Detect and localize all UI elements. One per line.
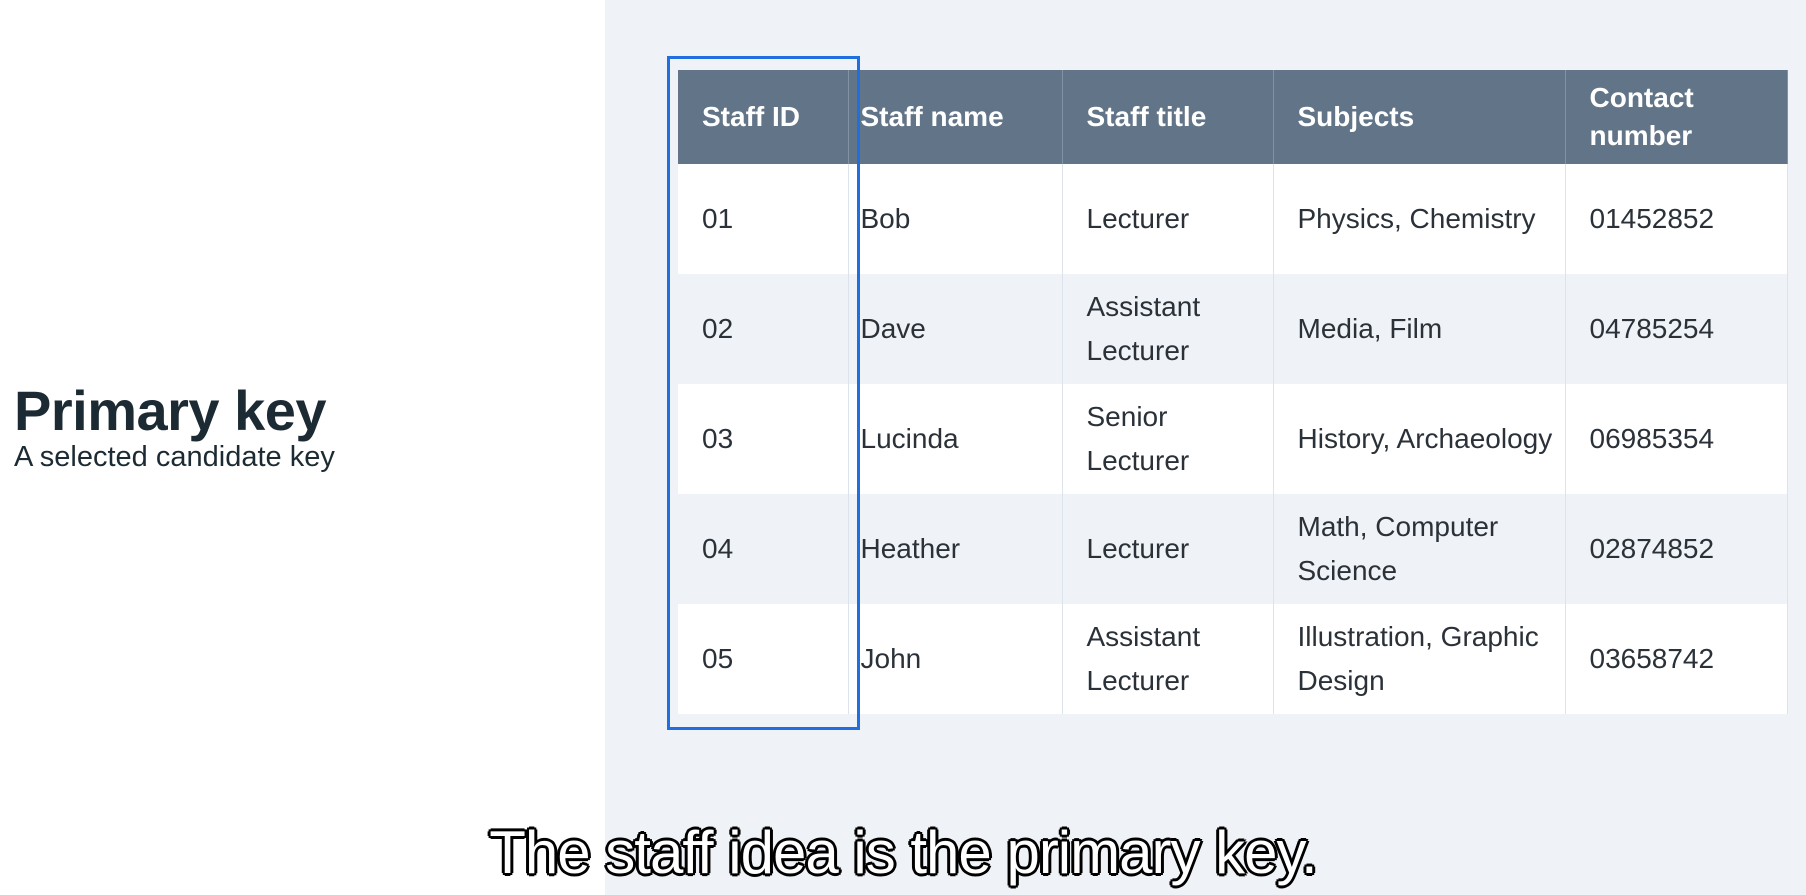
- cell-staff-name: Heather: [848, 494, 1063, 604]
- left-panel: Primary key A selected candidate key: [0, 0, 605, 895]
- table-header-row: Staff ID Staff name Staff title Subjects…: [678, 70, 1788, 164]
- cell-contact-number: 01452852: [1565, 164, 1788, 274]
- cell-subjects: Illustration, Graphic Design: [1273, 604, 1566, 714]
- cell-contact-number: 04785254: [1565, 274, 1788, 384]
- cell-staff-name: John: [848, 604, 1063, 714]
- cell-contact-number: 03658742: [1565, 604, 1788, 714]
- cell-staff-title: Lecturer: [1062, 164, 1274, 274]
- header-staff-name: Staff name: [848, 70, 1063, 164]
- cell-staff-title: Lecturer: [1062, 494, 1274, 604]
- cell-staff-title: Assistant Lecturer: [1062, 604, 1274, 714]
- table-row: 02 Dave Assistant Lecturer Media, Film 0…: [678, 274, 1788, 384]
- cell-subjects: Physics, Chemistry: [1273, 164, 1566, 274]
- cell-staff-id: 01: [678, 164, 849, 274]
- header-staff-title: Staff title: [1062, 70, 1274, 164]
- slide-title: Primary key: [14, 379, 327, 442]
- cell-contact-number: 02874852: [1565, 494, 1788, 604]
- cell-staff-id: 05: [678, 604, 849, 714]
- table-row: 04 Heather Lecturer Math, Computer Scien…: [678, 494, 1788, 604]
- staff-table: Staff ID Staff name Staff title Subjects…: [678, 70, 1788, 714]
- cell-subjects: Media, Film: [1273, 274, 1566, 384]
- video-caption: The staff idea is the primary key.: [489, 819, 1317, 886]
- cell-staff-name: Bob: [848, 164, 1063, 274]
- table-row: 03 Lucinda Senior Lecturer History, Arch…: [678, 384, 1788, 494]
- cell-contact-number: 06985354: [1565, 384, 1788, 494]
- cell-staff-id: 03: [678, 384, 849, 494]
- cell-staff-id: 04: [678, 494, 849, 604]
- table-row: 01 Bob Lecturer Physics, Chemistry 01452…: [678, 164, 1788, 274]
- header-subjects: Subjects: [1273, 70, 1566, 164]
- cell-staff-id: 02: [678, 274, 849, 384]
- cell-subjects: History, Archaeology: [1273, 384, 1566, 494]
- slide-subtitle: A selected candidate key: [14, 441, 335, 473]
- header-contact-number: Contact number: [1565, 70, 1788, 164]
- cell-staff-name: Dave: [848, 274, 1063, 384]
- header-staff-id: Staff ID: [678, 70, 849, 164]
- cell-subjects: Math, Computer Science: [1273, 494, 1566, 604]
- cell-staff-title: Senior Lecturer: [1062, 384, 1274, 494]
- table-row: 05 John Assistant Lecturer Illustration,…: [678, 604, 1788, 714]
- cell-staff-title: Assistant Lecturer: [1062, 274, 1274, 384]
- cell-staff-name: Lucinda: [848, 384, 1063, 494]
